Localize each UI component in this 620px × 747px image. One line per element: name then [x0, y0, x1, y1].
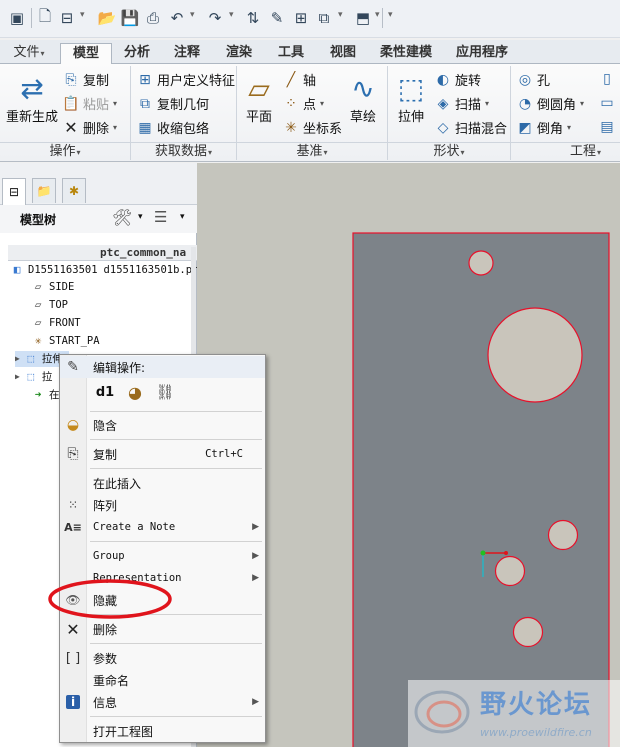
watermark-title: 野火论坛 [480, 690, 593, 720]
annotation-circle [48, 579, 172, 619]
annotation-layer [48, 579, 172, 619]
watermark: 野火论坛 www.proewildfire.cn [408, 680, 620, 747]
watermark-url: www.proewildfire.cn [480, 726, 592, 739]
watermark-logo [414, 690, 470, 734]
